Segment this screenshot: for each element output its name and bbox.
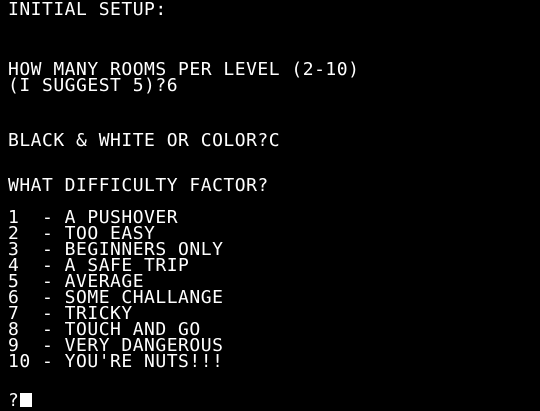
- difficulty-option-10: 10 - YOU'RE NUTS!!!: [8, 351, 224, 372]
- input-prompt: ?: [8, 390, 20, 411]
- terminal-screen[interactable]: INITIAL SETUP: HOW MANY ROOMS PER LEVEL …: [0, 0, 540, 411]
- difficulty-question: WHAT DIFFICULTY FACTOR?: [8, 175, 269, 196]
- rooms-answer-line: (I SUGGEST 5)?6: [8, 75, 179, 96]
- color-question: BLACK & WHITE OR COLOR?C: [8, 130, 281, 151]
- input-prompt-line[interactable]: ?: [8, 390, 33, 411]
- text-cursor: [20, 393, 33, 407]
- setup-title: INITIAL SETUP:: [8, 0, 167, 20]
